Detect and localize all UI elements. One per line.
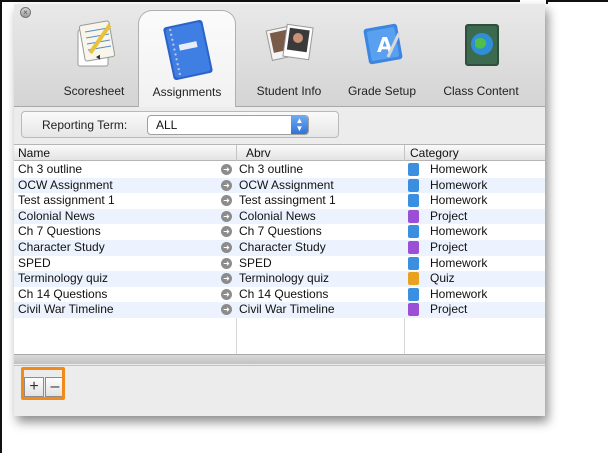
gradebook-window: × Scoresheet Assignments Student Info A … (14, 4, 545, 416)
frame-border-left (0, 0, 2, 453)
cell-abrv: Test assingment 1 (239, 193, 336, 208)
table-row[interactable]: Test assignment 1 ➜ Test assingment 1 Homew… (14, 193, 545, 209)
cell-name: Civil War Timeline (18, 302, 114, 317)
go-to-arrow-icon[interactable]: ➜ (221, 241, 232, 253)
category-notebook-icon (408, 194, 419, 208)
add-button-highlight (21, 367, 65, 400)
category-notebook-icon (408, 303, 419, 317)
category-notebook-icon (408, 272, 419, 286)
column-divider (236, 145, 237, 161)
category-notebook-icon (408, 209, 419, 223)
cell-abrv: Ch 7 Questions (239, 224, 322, 239)
table-row[interactable]: OCW Assignment ➜ OCW Assignment Homework (14, 177, 545, 194)
go-to-arrow-icon[interactable]: ➜ (221, 179, 232, 191)
go-to-arrow-icon[interactable]: ➜ (221, 273, 232, 285)
cell-abrv: OCW Assignment (239, 177, 334, 192)
column-header-category[interactable]: Category (410, 146, 459, 160)
cell-name: Ch 3 outline (18, 162, 83, 176)
reporting-term-select[interactable]: ALL ▲ ▼ (147, 115, 309, 135)
tab-scoresheet[interactable]: Scoresheet (44, 4, 144, 107)
table-row[interactable]: Ch 14 Questions ➜ Ch 14 Questions Homework (14, 286, 545, 303)
cell-abrv: Ch 14 Questions (239, 286, 329, 301)
tab-grade-setup[interactable]: A Grade Setup (336, 4, 428, 107)
tab-student-info[interactable]: Student Info (239, 4, 339, 107)
tab-assignments-label: Assignments (152, 85, 222, 99)
frame-border-divider (546, 0, 548, 4)
category-notebook-icon (408, 178, 419, 192)
tab-student-info-label: Student Info (256, 84, 322, 98)
cell-name: SPED (18, 255, 51, 270)
go-to-arrow-icon[interactable]: ➜ (221, 195, 232, 207)
tab-class-content[interactable]: Class Content (429, 4, 533, 107)
cell-category: Quiz (430, 271, 455, 286)
cell-name: Ch 7 Questions (18, 224, 101, 239)
cell-name: Ch 14 Questions (18, 286, 108, 301)
cell-name: Colonial News (18, 208, 95, 223)
window-close-icon[interactable]: × (20, 7, 31, 18)
category-notebook-icon (408, 256, 419, 270)
cell-category: Homework (430, 162, 488, 176)
go-to-arrow-icon[interactable]: ➜ (221, 210, 232, 222)
cell-abrv: Character Study (239, 239, 326, 254)
column-divider (404, 145, 405, 161)
cell-category: Homework (430, 193, 488, 208)
cell-category: Project (430, 239, 468, 254)
cell-name: Terminology quiz (18, 271, 109, 286)
tab-grade-setup-label: Grade Setup (347, 84, 417, 98)
grade-setup-icon: A (363, 23, 403, 65)
horizontal-scrollbar[interactable] (14, 354, 545, 364)
reporting-term-label: Reporting Term: (42, 118, 128, 132)
go-to-arrow-icon[interactable]: ➜ (221, 226, 232, 238)
go-to-arrow-icon[interactable]: ➜ (221, 164, 232, 175)
student-photos-icon (265, 23, 314, 61)
reporting-term-bar: Reporting Term: ALL ▲ ▼ (14, 108, 545, 142)
column-header-abrv[interactable]: Abrv (246, 146, 271, 160)
table-row[interactable]: SPED ➜ SPED Homework (14, 255, 545, 272)
bottom-toolbar: + – (14, 365, 545, 416)
cell-category: Project (430, 302, 468, 317)
table-header: Name Abrv Category (14, 145, 545, 161)
frame-border-top (0, 0, 520, 2)
table-row[interactable]: Civil War Timeline ➜ Civil War Timeline Pro… (14, 302, 545, 318)
tab-class-content-label: Class Content (443, 84, 519, 98)
table-row[interactable]: Character Study ➜ Character Study Project (14, 239, 545, 256)
cell-abrv: SPED (239, 255, 272, 270)
category-notebook-icon (408, 163, 419, 176)
table-row[interactable]: Terminology quiz ➜ Terminology quiz Quiz (14, 271, 545, 287)
cell-name: Test assignment 1 (18, 193, 115, 208)
cell-category: Project (430, 208, 468, 223)
cell-name: Character Study (18, 239, 105, 254)
category-notebook-icon (408, 225, 419, 239)
cell-name: OCW Assignment (18, 177, 113, 192)
tab-scoresheet-label: Scoresheet (63, 84, 125, 98)
go-to-arrow-icon[interactable]: ➜ (221, 304, 232, 316)
frame-border-top-right (546, 0, 608, 2)
cell-abrv: Civil War Timeline (239, 302, 335, 317)
select-arrows-icon: ▲ ▼ (291, 116, 308, 134)
table-row[interactable]: Colonial News ➜ Colonial News Project (14, 208, 545, 225)
toolbar: × Scoresheet Assignments Student Info A … (14, 4, 545, 107)
table-row[interactable]: Ch 7 Questions ➜ Ch 7 Questions Homework (14, 224, 545, 240)
cell-category: Homework (430, 177, 488, 192)
cell-category: Homework (430, 255, 488, 270)
table-row[interactable]: Ch 3 outline ➜ Ch 3 outline Homework (14, 162, 545, 178)
go-to-arrow-icon[interactable]: ➜ (221, 257, 232, 269)
table-body: Ch 3 outline ➜ Ch 3 outline Homework OCW Ass… (14, 162, 545, 318)
class-content-icon (465, 24, 499, 66)
scoresheet-icon (77, 20, 116, 67)
reporting-term-value: ALL (156, 118, 178, 132)
cell-category: Homework (430, 286, 488, 301)
category-notebook-icon (408, 240, 419, 254)
tab-assignments[interactable]: Assignments (138, 10, 236, 107)
cell-category: Homework (430, 224, 488, 239)
go-to-arrow-icon[interactable]: ➜ (221, 288, 232, 300)
cell-abrv: Terminology quiz (239, 271, 330, 286)
category-notebook-icon (408, 287, 419, 301)
reporting-term-group: Reporting Term: ALL ▲ ▼ (21, 111, 339, 138)
assignments-notebook-icon (163, 19, 213, 81)
cell-abrv: Ch 3 outline (239, 162, 304, 176)
cell-abrv: Colonial News (239, 208, 316, 223)
assignments-table: Name Abrv Category Ch 3 outline ➜ Ch 3 out… (14, 144, 545, 364)
column-header-name[interactable]: Name (18, 146, 50, 160)
